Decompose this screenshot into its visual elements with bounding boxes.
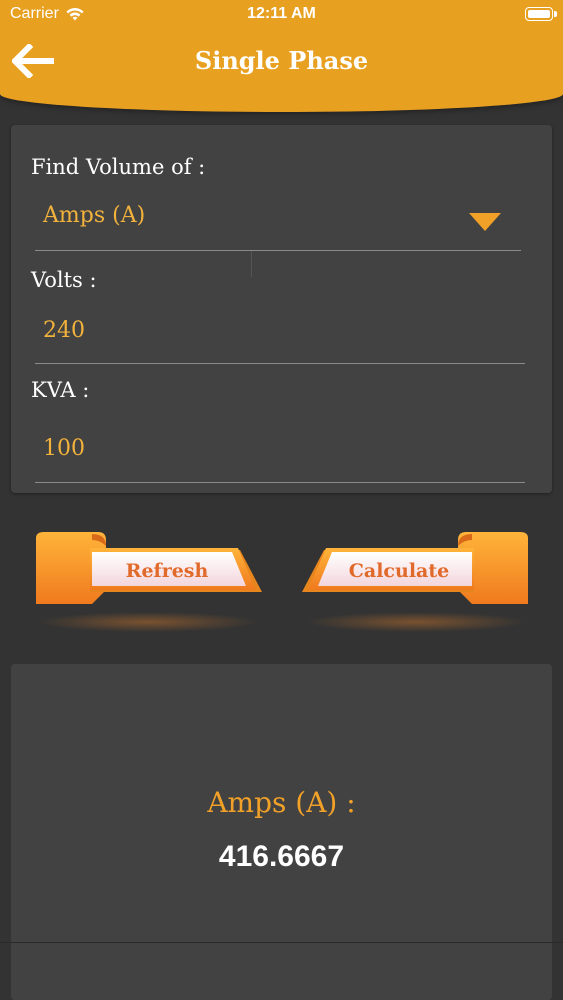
status-bar: Carrier 12:11 AM (0, 0, 563, 30)
calculate-label: Calculate (348, 560, 450, 582)
result-card: Amps (A) : 416.6667 (11, 664, 552, 1000)
page-title: Single Phase (194, 46, 369, 75)
kva-input[interactable] (43, 433, 513, 463)
calculate-button[interactable]: Calculate (300, 528, 532, 638)
dropdown-underline (35, 250, 521, 251)
app-header: Carrier 12:11 AM Single Phase (0, 0, 563, 112)
screen: Carrier 12:11 AM Single Phase Find Volum… (0, 0, 563, 1000)
unit-dropdown[interactable]: Amps (A) (35, 183, 521, 243)
volts-input[interactable] (43, 315, 513, 345)
bottom-divider (0, 942, 563, 943)
refresh-label: Refresh (125, 560, 209, 582)
find-volume-label: Find Volume of : (31, 155, 206, 179)
status-time: 12:11 AM (247, 5, 316, 22)
divider (251, 251, 252, 277)
result-value: 416.6667 (218, 840, 345, 873)
battery-icon (525, 7, 557, 21)
ribbon-right-icon (302, 532, 528, 632)
dropdown-selected-value: Amps (A) (43, 203, 146, 228)
volts-underline (35, 363, 525, 364)
kva-underline (35, 482, 525, 483)
chevron-down-icon (469, 213, 501, 231)
volts-label: Volts : (31, 268, 97, 292)
input-form-card: Find Volume of : Amps (A) Volts : KVA : (11, 125, 552, 493)
refresh-button[interactable]: Refresh (32, 528, 264, 638)
result-label: Amps (A) : (207, 786, 356, 819)
kva-label: KVA : (31, 378, 90, 402)
ribbon-left-icon (36, 532, 262, 632)
